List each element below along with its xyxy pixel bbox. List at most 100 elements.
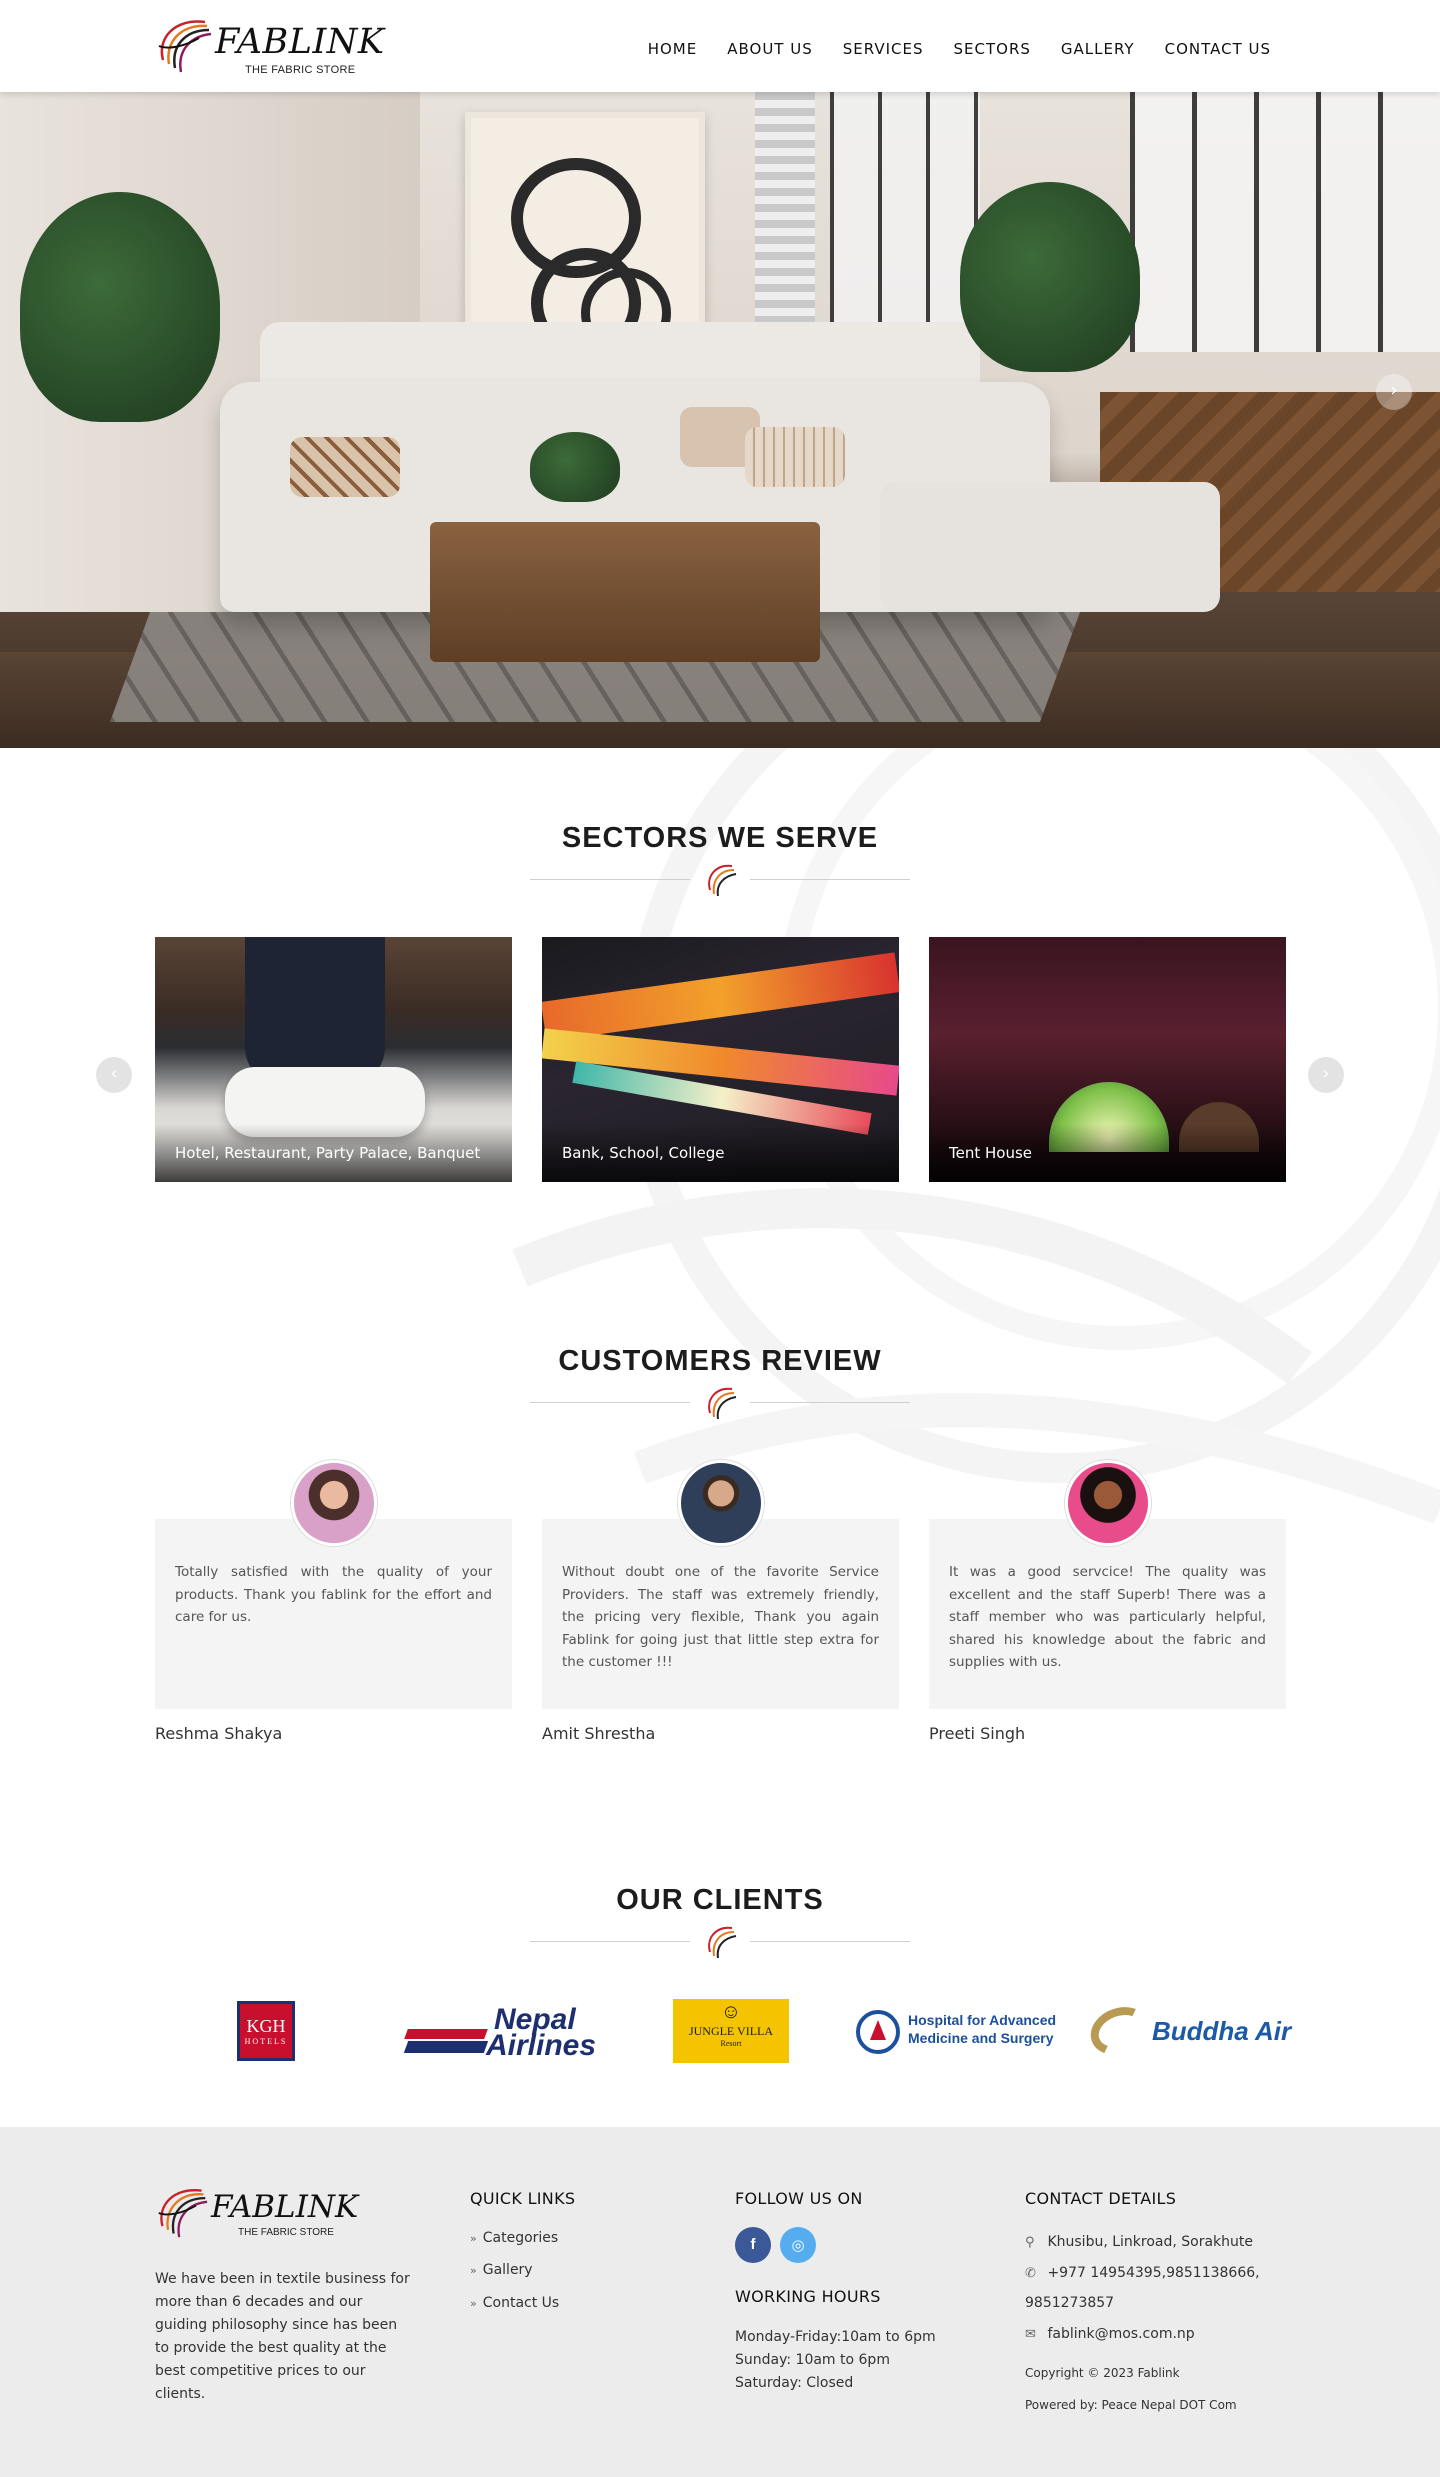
logo-subtitle: THE FABRIC STORE [245, 64, 356, 76]
map-marker-icon: ⚲ [1025, 2235, 1035, 2250]
client-subname: Resort [720, 2039, 742, 2048]
hero-sofa-chaise [880, 482, 1220, 612]
client-logo-jungle-villa: ☺ JUNGLE VILLA Resort [673, 1996, 789, 2066]
footer-about-text: We have been in textile business for mor… [155, 2271, 410, 2402]
nav-gallery[interactable]: GALLERY [1061, 40, 1135, 58]
review-text: It was a good servcice! The quality was … [949, 1564, 1266, 1670]
review-text: Totally satisfied with the quality of yo… [175, 1564, 492, 1625]
sectors-title-divider [530, 862, 910, 898]
hero-next-button[interactable]: › [1376, 374, 1412, 410]
quick-link-contact-us[interactable]: » Contact Us [470, 2295, 559, 2311]
client-logo-nepal-airlines: Nepal Airlines [403, 1996, 597, 2066]
hero-plant [960, 182, 1140, 372]
nav-about-us[interactable]: ABOUT US [727, 40, 813, 58]
reviewer-name: Preeti Singh [929, 1724, 1026, 1743]
sector-card-hotel[interactable]: Hotel, Restaurant, Party Palace, Banquet [155, 937, 512, 1182]
fablink-logo-mark-icon [158, 20, 212, 73]
review-card: It was a good servcice! The quality was … [929, 1519, 1286, 1709]
reviews-title: CUSTOMERS REVIEW [558, 1345, 882, 1377]
double-chevron-right-icon: » [470, 2232, 477, 2245]
instagram-icon[interactable]: ◎ [780, 2227, 816, 2263]
contact-address: ⚲ Khusibu, Linkroad, Sorakhute [1025, 2231, 1253, 2254]
double-chevron-right-icon: » [470, 2264, 477, 2277]
hero-pillow [290, 437, 400, 497]
client-name: Buddha Air [1152, 2016, 1292, 2046]
contact-phone-line2: 9851273857 [1025, 2295, 1115, 2311]
nav-home[interactable]: HOME [648, 40, 698, 58]
working-hours-saturday: Saturday: Closed [735, 2375, 854, 2391]
clients-title: OUR CLIENTS [616, 1884, 824, 1916]
client-logo-buddha-air: Buddha Air [1083, 1996, 1300, 2066]
quick-links-heading: QUICK LINKS [470, 2189, 576, 2208]
site-header: FABLINK THE FABRIC STORE HOME ABOUT US S… [0, 0, 1440, 92]
reviews-title-divider [530, 1385, 910, 1421]
sector-caption: Tent House [929, 1124, 1286, 1182]
email-text: fablink@mos.com.np [1047, 2326, 1195, 2342]
contact-email[interactable]: ✉ fablink@mos.com.np [1025, 2323, 1195, 2346]
double-chevron-right-icon: » [470, 2297, 477, 2310]
envelope-icon: ✉ [1025, 2327, 1036, 2342]
footer-logo[interactable]: FABLINK THE FABRIC STORE [155, 2185, 358, 2245]
quick-link-label: Categories [482, 2230, 559, 2246]
review-card: Without doubt one of the favorite Servic… [542, 1519, 899, 1709]
client-subname: Airlines [486, 2029, 597, 2062]
working-hours-heading: WORKING HOURS [735, 2287, 881, 2306]
powered-by-text[interactable]: Powered by: Peace Nepal DOT Com [1025, 2398, 1237, 2412]
reviewer-avatar [291, 1460, 377, 1546]
sector-card-bank[interactable]: Bank, School, College [542, 937, 899, 1182]
working-hours-sunday: Sunday: 10am to 6pm [735, 2352, 890, 2368]
reviewer-name: Reshma Shakya [155, 1724, 283, 1743]
phone-text: +977 14954395,9851138666, [1047, 2265, 1260, 2281]
site-logo[interactable]: FABLINK THE FABRIC STORE [155, 16, 384, 78]
footer-logo-subtitle: THE FABRIC STORE [238, 2227, 334, 2238]
client-name: Hospital for Advanced [908, 2012, 1057, 2028]
nav-contact-us[interactable]: CONTACT US [1165, 40, 1271, 58]
divider-logo-icon [708, 1387, 737, 1420]
facebook-icon[interactable]: f [735, 2227, 771, 2263]
review-card: Totally satisfied with the quality of yo… [155, 1519, 512, 1709]
client-logo-kgh: KGH HOTELS [236, 1996, 296, 2066]
client-logo-hams-hospital: Hospital for Advanced Medicine and Surge… [856, 1996, 1072, 2066]
sector-card-tent[interactable]: Tent House [929, 937, 1286, 1182]
nav-sectors[interactable]: SECTORS [954, 40, 1031, 58]
quick-link-label: Gallery [482, 2262, 533, 2278]
divider-logo-icon [708, 1926, 737, 1959]
follow-us-heading: FOLLOW US ON [735, 2189, 863, 2208]
quick-link-label: Contact Us [482, 2295, 560, 2311]
sectors-prev-button[interactable]: ‹ [96, 1057, 132, 1093]
reviewer-name: Amit Shrestha [542, 1724, 656, 1743]
divider-logo-icon [708, 864, 737, 897]
sectors-title: SECTORS WE SERVE [561, 822, 879, 854]
main-nav: HOME ABOUT US SERVICES SECTORS GALLERY C… [648, 40, 1271, 58]
nav-services[interactable]: SERVICES [843, 40, 924, 58]
contact-phone: ✆ +977 14954395,9851138666, [1025, 2262, 1260, 2285]
hero-brick-column [755, 92, 815, 352]
clients-title-divider [530, 1924, 910, 1960]
sector-caption: Hotel, Restaurant, Party Palace, Banquet [155, 1124, 512, 1182]
hero-plant [20, 192, 220, 422]
hero-plant [530, 432, 620, 502]
review-text: Without doubt one of the favorite Servic… [562, 1564, 879, 1670]
client-name: KGH [246, 2016, 286, 2036]
address-text: Khusibu, Linkroad, Sorakhute [1047, 2234, 1254, 2250]
hero-slider: › [0, 92, 1440, 748]
sectors-next-button[interactable]: › [1308, 1057, 1344, 1093]
working-hours-weekday: Monday-Friday:10am to 6pm [735, 2329, 936, 2345]
contact-details-heading: CONTACT DETAILS [1025, 2189, 1177, 2208]
quick-link-gallery[interactable]: » Gallery [470, 2262, 533, 2278]
copyright-text: Copyright © 2023 Fablink [1025, 2366, 1180, 2380]
footer-logo-text: FABLINK [211, 2189, 359, 2225]
hero-coffee-table [430, 522, 820, 662]
fablink-logo-mark-icon [158, 2189, 208, 2238]
sector-caption: Bank, School, College [542, 1124, 899, 1182]
reviewer-avatar [678, 1460, 764, 1546]
hero-window [1130, 92, 1440, 352]
quick-link-categories[interactable]: » Categories [470, 2230, 558, 2246]
logo-text: FABLINK [215, 22, 385, 62]
reviewer-avatar [1065, 1460, 1151, 1546]
hero-pillow [745, 427, 845, 487]
client-subname: HOTELS [244, 2037, 288, 2046]
client-name: JUNGLE VILLA [688, 2024, 774, 2038]
client-subname: Medicine and Surgery [908, 2030, 1054, 2046]
phone-icon: ✆ [1025, 2266, 1036, 2281]
